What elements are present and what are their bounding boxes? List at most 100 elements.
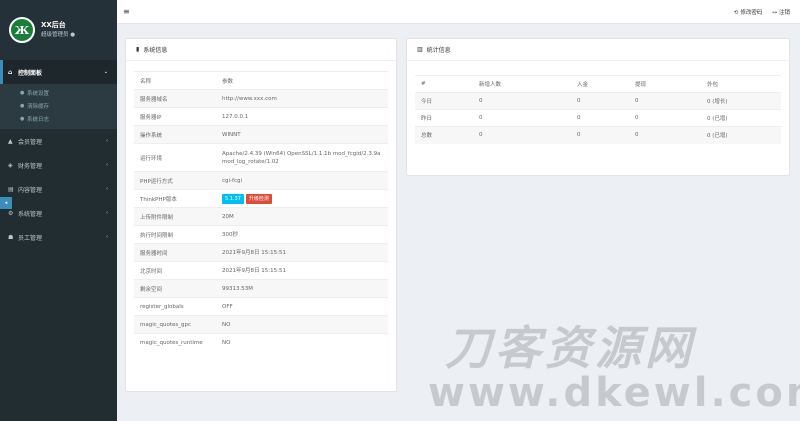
table-row: 今日 0 0 0 0 (增长) (415, 92, 781, 110)
table-cell: 0 (473, 126, 571, 144)
row-value: 2021年9月8日 15:15:51 (216, 261, 388, 280)
column-header: 参数 (216, 71, 388, 90)
table-row: 剩余空间 99313.53M (134, 279, 388, 298)
table-row: register_globals OFF (134, 297, 388, 316)
gear-icon: ⚙ (8, 209, 14, 217)
chevron-left-icon: ‹ (106, 234, 108, 240)
file-icon: ▤ (8, 185, 14, 193)
sidebar-item-label: 内容管理 (18, 186, 43, 194)
row-key: 操作系统 (134, 125, 216, 144)
sidebar-item-content[interactable]: ▤ 内容管理 ‹ (0, 177, 117, 201)
row-key: 运行环境 (134, 143, 216, 172)
table-row: 操作系统 WINNT (134, 125, 388, 144)
column-header: 外包 (701, 75, 781, 93)
table-cell: 0 (629, 92, 701, 110)
table-row: 北京时间 2021年9月8日 15:15:51 (134, 261, 388, 280)
table-row: 执行时间限制 300秒 (134, 225, 388, 244)
row-key: register_globals (134, 297, 216, 316)
row-value: 2021年9月8日 15:15:51 (216, 243, 388, 262)
table-cell: 0 (571, 92, 629, 110)
submenu-item-system-settings[interactable]: ● 系统设置 (0, 86, 117, 99)
bar-chart-icon: ▥ (417, 46, 423, 53)
row-key: magic_quotes_gpc (134, 315, 216, 334)
sidebar-item-label: 财务管理 (18, 162, 43, 170)
panel-title: 系统信息 (143, 47, 168, 54)
key-icon: ⟲ (733, 10, 739, 16)
column-header: 新增人数 (473, 75, 571, 93)
row-value: 5.1.37 升级检测 (216, 189, 388, 208)
table-row: magic_quotes_gpc NO (134, 315, 388, 334)
row-value: http://www.xxx.com (216, 89, 388, 108)
row-value: Apache/2.4.39 (Win64) OpenSSL/1.1.1b mod… (216, 143, 388, 172)
table-cell: 0 (571, 109, 629, 127)
table-cell: 0 (已增) (701, 126, 781, 144)
table-row: PHP运行方式 cgi-fcgi (134, 171, 388, 190)
table-cell: 今日 (415, 92, 473, 110)
row-value: NO (216, 315, 388, 334)
row-key: 北京时间 (134, 261, 216, 280)
row-value: 20M (216, 207, 388, 226)
row-key: ThinkPHP版本 (134, 189, 216, 208)
row-key: 上传附件限制 (134, 207, 216, 226)
row-key: magic_quotes_runtime (134, 333, 216, 352)
row-value: 127.0.0.1 (216, 107, 388, 126)
table-row: 服务器域名 http://www.xxx.com (134, 89, 388, 108)
submenu-item-clear-cache[interactable]: ● 清除缓存 (0, 99, 117, 112)
sidebar-item-system[interactable]: ⚙ 系统管理 ‹ (0, 201, 117, 225)
table-cell: 0 (571, 126, 629, 144)
chevron-left-icon: ‹ (106, 138, 108, 144)
system-info-table: 名称 参数 服务器域名 http://www.xxx.com 服务器IP 127.0.… (134, 71, 388, 352)
watermark-url: www.dkewl.com (428, 370, 800, 416)
table-cell: 0 (增长) (701, 92, 781, 110)
table-cell: 0 (已增) (701, 109, 781, 127)
sidebar-item-finance[interactable]: ◈ 财务管理 ‹ (0, 153, 117, 177)
submenu-item-system-log[interactable]: ● 系统日志 (0, 112, 117, 125)
logout-link[interactable]: ↦ 注销 (772, 8, 790, 16)
table-cell: 0 (629, 109, 701, 127)
sidebar-item-staff[interactable]: ☗ 员工管理 ‹ (0, 225, 117, 249)
column-header: 提现 (629, 75, 701, 93)
column-header: 名称 (134, 71, 216, 90)
row-value: cgi-fcgi (216, 171, 388, 190)
topbar: ≡ ⟲ 修改密码 ↦ 注销 (117, 0, 800, 24)
users-icon: ☗ (8, 233, 14, 241)
logout-icon: ↦ (772, 10, 777, 16)
upgrade-check-button[interactable]: 升级检测 (245, 193, 272, 204)
user-role[interactable]: 超级管理员 ● (41, 30, 75, 40)
sidebar-item-label: 员工管理 (18, 234, 43, 242)
table-row: 运行环境 Apache/2.4.39 (Win64) OpenSSL/1.1.1b… (134, 143, 388, 172)
row-key: 服务器时间 (134, 243, 216, 262)
sidebar-item-members[interactable]: ▲ 会员管理 ‹ (0, 129, 117, 153)
sidebar-item-label: 系统管理 (18, 210, 43, 218)
table-row: 昨日 0 0 0 0 (已增) (415, 109, 781, 127)
table-row: 服务器时间 2021年9月8日 15:15:51 (134, 243, 388, 262)
stats-panel: ▥ 统计信息 # 新增人数 入金 提现 外包 今日 0 0 0 0 (增长) 昨日 0 0 0 0… (406, 38, 790, 176)
table-row: 上传附件限制 20M (134, 207, 388, 226)
money-icon: ◈ (8, 161, 13, 169)
table-row: magic_quotes_runtime NO (134, 333, 388, 352)
sidebar-item-dashboard[interactable]: ⌂ 控制面板 ⌄ (0, 60, 117, 84)
row-key: PHP运行方式 (134, 171, 216, 190)
chevron-left-icon: ‹ (106, 210, 108, 216)
version-badge: 5.1.37 (222, 193, 244, 204)
change-password-link[interactable]: ⟲ 修改密码 (734, 8, 763, 16)
row-value: NO (216, 333, 388, 352)
side-toggle-tab[interactable]: ◂ (0, 197, 12, 209)
chevron-left-icon: ‹ (106, 162, 108, 168)
panel-title: 统计信息 (426, 47, 451, 54)
row-value: WINNT (216, 125, 388, 144)
table-cell: 总数 (415, 126, 473, 144)
watermark-logo: 刀客资源网 (445, 321, 695, 375)
stats-table: # 新增人数 入金 提现 外包 今日 0 0 0 0 (增长) 昨日 0 0 0 0 (已增) 总数… (415, 75, 781, 144)
brand: Ж XX后台 超级管理员 ● (0, 0, 117, 60)
sidebar-item-label: 控制面板 (18, 69, 43, 77)
chevron-left-icon: ‹ (106, 186, 108, 192)
system-info-panel: ▮ 系统信息 名称 参数 服务器域名 http://www.xxx.com 服务器I… (125, 38, 397, 392)
row-key: 剩余空间 (134, 279, 216, 298)
logo: Ж (9, 17, 35, 43)
sidebar: Ж XX后台 超级管理员 ● ⌂ 控制面板 ⌄ ● 系统设置 ● 清除缓存 ● … (0, 0, 117, 421)
circle-icon: ● (20, 102, 25, 109)
table-row: ThinkPHP版本 5.1.37 升级检测 (134, 189, 388, 208)
menu-toggle-icon[interactable]: ≡ (123, 7, 130, 16)
chevron-down-icon: ⌄ (103, 69, 108, 75)
